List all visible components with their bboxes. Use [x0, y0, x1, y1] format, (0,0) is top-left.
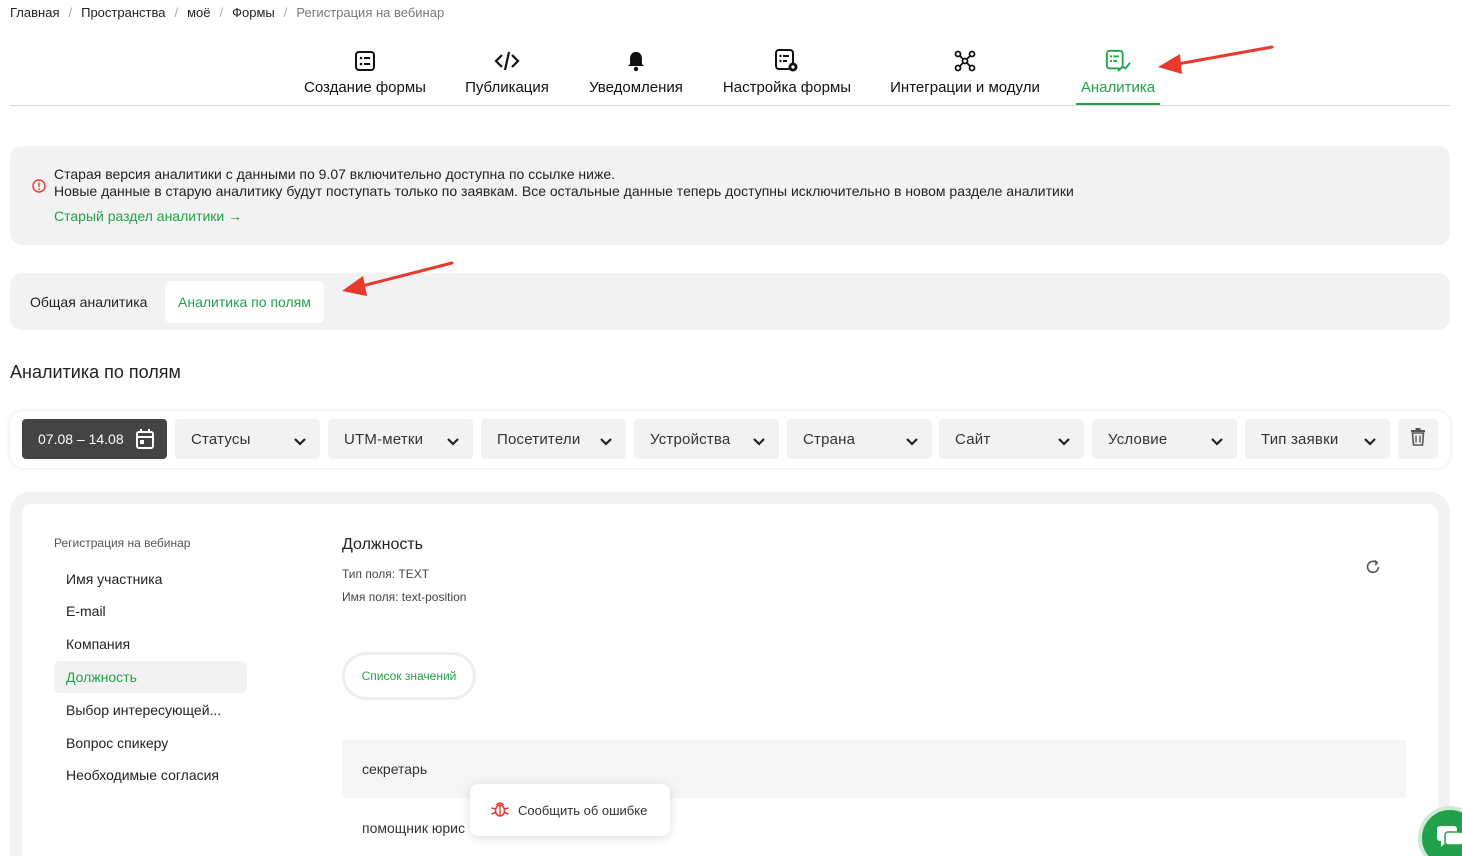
- filter-request-type[interactable]: Тип заявки: [1245, 419, 1390, 459]
- chevron-down-icon: [753, 433, 765, 450]
- filter-label: Статусы: [191, 430, 251, 448]
- filter-utm[interactable]: UTM-метки: [328, 419, 473, 459]
- tab-integrations[interactable]: Интеграции и модули: [886, 40, 1044, 105]
- filter-visitors[interactable]: Посетители: [481, 419, 626, 459]
- breadcrumb-spaces[interactable]: Пространства: [81, 5, 165, 20]
- old-analytics-link[interactable]: Старый раздел аналитики →: [54, 208, 242, 224]
- tab-label: Уведомления: [589, 79, 683, 96]
- filter-condition[interactable]: Условие: [1092, 419, 1237, 459]
- clear-filters-button[interactable]: [1398, 419, 1438, 459]
- filter-country[interactable]: Страна: [787, 419, 932, 459]
- date-range-label: 07.08 – 14.08: [38, 431, 124, 447]
- filter-label: UTM-метки: [344, 430, 424, 448]
- notice-banner: Старая версия аналитики с данными по 9.0…: [10, 146, 1450, 245]
- form-name-label: Регистрация на вебинар: [54, 536, 191, 550]
- bug-icon: [490, 799, 510, 822]
- chevron-down-icon: [906, 433, 918, 450]
- field-list-item[interactable]: Необходимые согласия: [54, 759, 247, 791]
- form-settings-icon: [774, 48, 800, 74]
- field-type: Тип поля: TEXT: [342, 567, 430, 581]
- chevron-down-icon: [1211, 433, 1223, 450]
- breadcrumb: Главная / Пространства / моё / Формы / Р…: [10, 5, 444, 20]
- bell-icon: [623, 48, 649, 74]
- refresh-icon[interactable]: [1364, 558, 1382, 581]
- field-list-item[interactable]: Имя участника: [54, 563, 247, 595]
- chevron-down-icon: [447, 433, 459, 450]
- chevron-down-icon: [1364, 433, 1376, 450]
- field-list-item[interactable]: E-mail: [54, 595, 247, 627]
- field-name: Имя поля: text-position: [342, 590, 467, 604]
- tab-form-builder[interactable]: Создание формы: [300, 40, 430, 105]
- filter-label: Сайт: [955, 430, 991, 448]
- breadcrumb-separator: /: [219, 5, 224, 20]
- breadcrumb-home[interactable]: Главная: [10, 5, 59, 20]
- field-list-item[interactable]: Выбор интересующей...: [54, 694, 247, 726]
- chevron-down-icon: [600, 433, 612, 450]
- filter-label: Посетители: [497, 430, 581, 448]
- analytics-subtabs: Общая аналитика Аналитика по полям: [10, 273, 1450, 330]
- tab-analytics[interactable]: Аналитика: [1076, 40, 1160, 105]
- tab-label: Публикация: [465, 79, 549, 96]
- value-list-button[interactable]: Список значений: [342, 652, 476, 700]
- chat-icon: [1437, 826, 1462, 847]
- filter-label: Тип заявки: [1261, 430, 1339, 448]
- date-range-picker[interactable]: 07.08 – 14.08: [22, 419, 167, 459]
- filter-label: Устройства: [650, 430, 731, 448]
- filter-site[interactable]: Сайт: [939, 419, 1084, 459]
- breadcrumb-my[interactable]: моё: [187, 5, 210, 20]
- subtab-field-analytics[interactable]: Аналитика по полям: [165, 281, 324, 323]
- subtab-general-analytics[interactable]: Общая аналитика: [17, 281, 160, 323]
- chevron-down-icon: [1058, 433, 1070, 450]
- tab-publication[interactable]: Публикация: [460, 40, 554, 105]
- tab-label: Создание формы: [304, 79, 426, 96]
- trash-icon: [1411, 427, 1425, 451]
- tab-label: Настройка формы: [722, 79, 852, 96]
- notice-line-2: Новые данные в старую аналитику будут по…: [54, 183, 1074, 199]
- report-bug-button[interactable]: Сообщить об ошибке: [470, 784, 670, 836]
- report-bug-label: Сообщить об ошибке: [518, 802, 648, 818]
- filter-label: Условие: [1108, 430, 1168, 448]
- code-icon: [494, 48, 520, 74]
- field-list-item[interactable]: Компания: [54, 628, 247, 660]
- analytics-icon: [1105, 48, 1131, 74]
- integrations-icon: [952, 48, 978, 74]
- tab-notifications[interactable]: Уведомления: [586, 40, 686, 105]
- breadcrumb-separator: /: [68, 5, 73, 20]
- info-icon: [32, 179, 46, 198]
- field-list-item[interactable]: Вопрос спикеру: [54, 727, 247, 759]
- filter-statuses[interactable]: Статусы: [175, 419, 320, 459]
- breadcrumb-forms[interactable]: Формы: [232, 5, 275, 20]
- calendar-icon: [135, 428, 155, 453]
- tab-form-settings[interactable]: Настройка формы: [720, 40, 854, 105]
- breadcrumb-separator: /: [174, 5, 179, 20]
- tab-label: Аналитика: [1080, 79, 1156, 96]
- breadcrumb-current: Регистрация на вебинар: [296, 5, 445, 20]
- page-title: Аналитика по полям: [10, 362, 181, 382]
- filter-devices[interactable]: Устройства: [634, 419, 779, 459]
- field-title: Должность: [342, 536, 423, 553]
- chevron-down-icon: [294, 433, 306, 450]
- main-tabs: Создание формы Публикация Уведомления На…: [10, 40, 1450, 106]
- field-list-item-active[interactable]: Должность: [54, 661, 247, 693]
- tab-label: Интеграции и модули: [890, 79, 1040, 96]
- breadcrumb-separator: /: [283, 5, 288, 20]
- notice-line-1: Старая версия аналитики с данными по 9.0…: [54, 166, 615, 182]
- filter-bar: 07.08 – 14.08 Статусы UTM-метки Посетите…: [10, 411, 1450, 468]
- filter-label: Страна: [803, 430, 856, 448]
- form-list-icon: [352, 48, 378, 74]
